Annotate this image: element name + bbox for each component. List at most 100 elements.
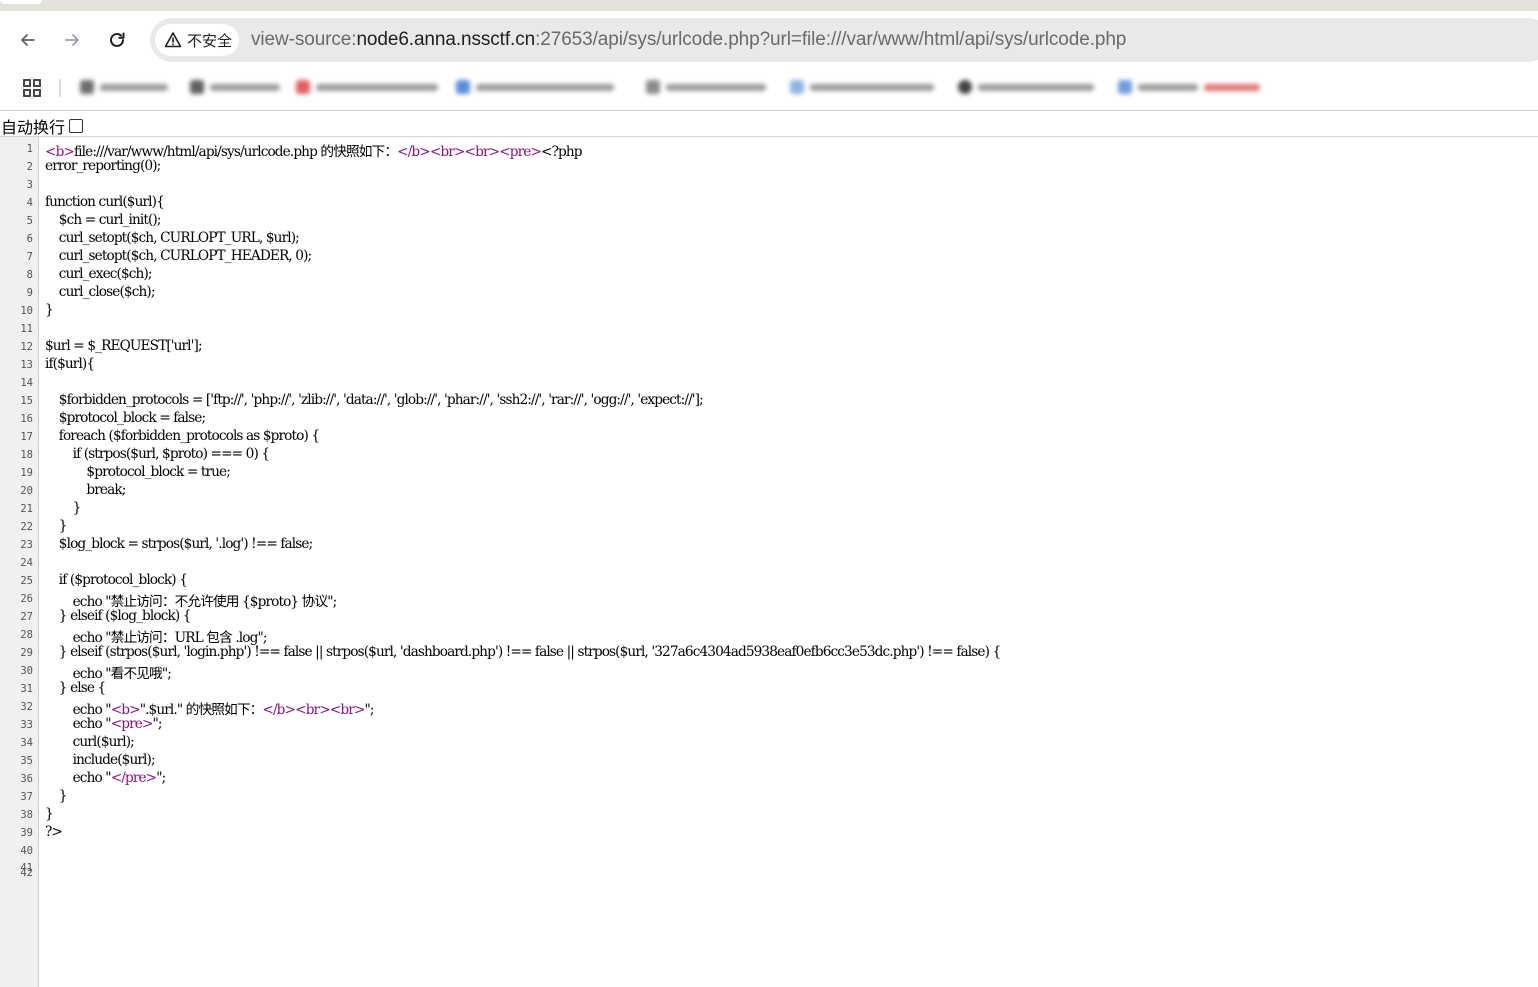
bookmark-item[interactable] — [456, 77, 618, 99]
code-line: if (strpos($url, $proto) === 0) { — [45, 446, 270, 462]
line-number: 18 — [20, 449, 33, 461]
code-line: break; — [45, 482, 126, 498]
code-line: } — [45, 302, 54, 318]
line-number: 37 — [20, 791, 33, 803]
line-number: 13 — [20, 359, 33, 371]
line-number: 6 — [26, 233, 33, 245]
code-line: echo "看不见哦"; — [45, 666, 172, 682]
code-line: curl($url); — [45, 734, 135, 750]
line-number: 30 — [20, 665, 33, 677]
line-number: 29 — [20, 647, 33, 659]
line-number: 42 — [20, 867, 33, 879]
bookmark-item[interactable] — [1118, 77, 1264, 99]
line-number: 19 — [20, 467, 33, 479]
code-line: if($url){ — [45, 356, 95, 372]
line-number: 31 — [20, 683, 33, 695]
code-line: echo "<pre>"; — [45, 716, 163, 732]
line-number: 21 — [20, 503, 33, 515]
bookmark-item[interactable] — [790, 77, 938, 99]
code-line: } elseif (strpos($url, 'login.php') !== … — [45, 644, 1001, 660]
back-button[interactable] — [13, 25, 43, 55]
line-number: 15 — [20, 395, 33, 407]
bookmark-item[interactable] — [646, 77, 770, 99]
line-number: 3 — [26, 179, 33, 191]
code-line: curl_setopt($ch, CURLOPT_HEADER, 0); — [45, 248, 312, 264]
code-line: $protocol_block = false; — [45, 410, 206, 426]
code-line: } — [45, 518, 68, 534]
code-line: $protocol_block = true; — [45, 464, 230, 480]
line-number: 1 — [26, 143, 33, 155]
line-number: 20 — [20, 485, 33, 497]
line-number: 2 — [26, 161, 33, 173]
line-number: 38 — [20, 809, 33, 821]
url-host: node6.anna.nssctf.cn — [356, 29, 536, 50]
line-number: 5 — [26, 215, 33, 227]
code-line: } — [45, 806, 54, 822]
line-number: 33 — [20, 719, 33, 731]
line-number: 25 — [20, 575, 33, 587]
line-number: 32 — [20, 701, 33, 713]
code-line: } — [45, 500, 82, 516]
security-chip[interactable]: 不安全 — [155, 24, 239, 56]
reload-icon — [110, 32, 125, 47]
code-line: } elseif ($log_block) { — [45, 608, 192, 624]
line-wrap-bar: 自动换行 — [0, 111, 1538, 137]
line-number: 17 — [20, 431, 33, 443]
code-line: $url = $_REQUEST['url']; — [45, 338, 203, 354]
bookmark-item[interactable] — [296, 77, 442, 99]
address-bar[interactable]: 不安全 view-source:node6.anna.nssctf.cn:276… — [150, 18, 1538, 62]
line-number: 34 — [20, 737, 33, 749]
line-wrap-toggle[interactable]: 自动换行 — [1, 114, 84, 138]
url-text[interactable]: view-source:node6.anna.nssctf.cn:27653/a… — [251, 29, 1126, 51]
code-line: function curl($url){ — [45, 194, 165, 210]
code-line: include($url); — [45, 752, 156, 768]
code-line: $log_block = strpos($url, '.log') !== fa… — [45, 536, 313, 552]
code-line: $forbidden_protocols = ['ftp://', 'php:/… — [45, 392, 704, 408]
line-number: 23 — [20, 539, 33, 551]
code-line: ?> — [45, 824, 63, 840]
line-number: 8 — [26, 269, 33, 281]
line-number: 16 — [20, 413, 33, 425]
bookmarks-separator — [59, 79, 61, 97]
code-line: curl_setopt($ch, CURLOPT_URL, $url); — [45, 230, 300, 246]
line-number: 27 — [20, 611, 33, 623]
code-line: curl_close($ch); — [45, 284, 156, 300]
url-path: :27653/api/sys/urlcode.php?url=file:///v… — [535, 29, 1127, 50]
code-line: echo "禁止访问：URL 包含 .log"; — [45, 630, 268, 646]
line-number: 7 — [26, 251, 33, 263]
active-tab-edge[interactable] — [0, 0, 42, 4]
arrow-right-icon — [65, 34, 79, 46]
warning-triangle-icon — [164, 32, 182, 48]
line-number: 9 — [26, 287, 33, 299]
code-line: } — [45, 788, 68, 804]
bookmark-item[interactable] — [190, 77, 282, 99]
code-line: foreach ($forbidden_protocols as $proto)… — [45, 428, 320, 444]
code-line: curl_exec($ch); — [45, 266, 153, 282]
line-number: 36 — [20, 773, 33, 785]
apps-grid-icon[interactable] — [22, 78, 42, 98]
reload-button[interactable] — [102, 25, 132, 55]
code-line: echo "<b>".$url." 的快照如下：</b><br><br>"; — [45, 702, 375, 718]
code-line: echo "禁止访问：不允许使用 {$proto} 协议"; — [45, 594, 338, 610]
line-number: 4 — [26, 197, 33, 209]
line-number: 35 — [20, 755, 33, 767]
line-number: 10 — [20, 305, 33, 317]
bookmarks-bar — [0, 70, 1538, 110]
tab-strip — [0, 0, 1538, 11]
browser-toolbar: 不安全 view-source:node6.anna.nssctf.cn:276… — [0, 11, 1538, 70]
line-number: 26 — [20, 593, 33, 605]
arrow-left-icon — [21, 34, 35, 46]
bookmark-item[interactable] — [80, 77, 170, 99]
line-number: 14 — [20, 377, 33, 389]
bookmark-item[interactable] — [958, 77, 1098, 99]
code-line: $ch = curl_init(); — [45, 212, 162, 228]
line-number: 11 — [20, 323, 33, 335]
code-line: echo "</pre>"; — [45, 770, 167, 786]
url-prefix: view-source: — [251, 29, 357, 50]
code-line: if ($protocol_block) { — [45, 572, 188, 588]
line-number: 28 — [20, 629, 33, 641]
code-line: error_reporting(0); — [45, 158, 161, 174]
line-wrap-checkbox[interactable] — [69, 119, 84, 133]
line-number: 40 — [20, 845, 33, 857]
forward-button[interactable] — [57, 25, 87, 55]
